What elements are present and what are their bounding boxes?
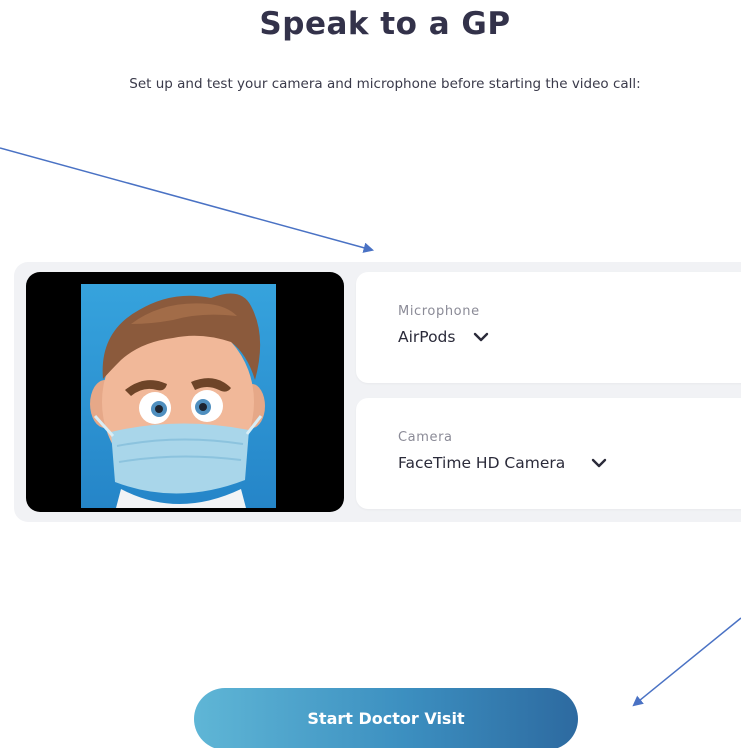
avatar-icon xyxy=(90,293,265,508)
annotation-arrow-button xyxy=(632,617,741,707)
microphone-card: Microphone AirPods xyxy=(356,272,741,383)
microphone-value: AirPods xyxy=(398,328,456,346)
chevron-down-icon xyxy=(592,458,607,468)
page-title: Speak to a GP xyxy=(259,6,511,42)
start-doctor-visit-button[interactable]: Start Doctor Visit xyxy=(194,688,578,748)
microphone-select[interactable]: AirPods xyxy=(398,328,489,346)
annotation-arrow-preview xyxy=(0,147,375,253)
camera-preview xyxy=(26,272,344,512)
microphone-label: Microphone xyxy=(398,304,480,319)
camera-select[interactable]: FaceTime HD Camera xyxy=(398,454,607,472)
chevron-down-icon xyxy=(474,332,489,342)
page-subtitle: Set up and test your camera and micropho… xyxy=(129,76,641,92)
camera-value: FaceTime HD Camera xyxy=(398,454,566,472)
camera-label: Camera xyxy=(398,430,453,445)
avatar xyxy=(81,284,276,508)
page: Speak to a GP Set up and test your camer… xyxy=(0,0,741,748)
camera-card: Camera FaceTime HD Camera xyxy=(356,398,741,509)
